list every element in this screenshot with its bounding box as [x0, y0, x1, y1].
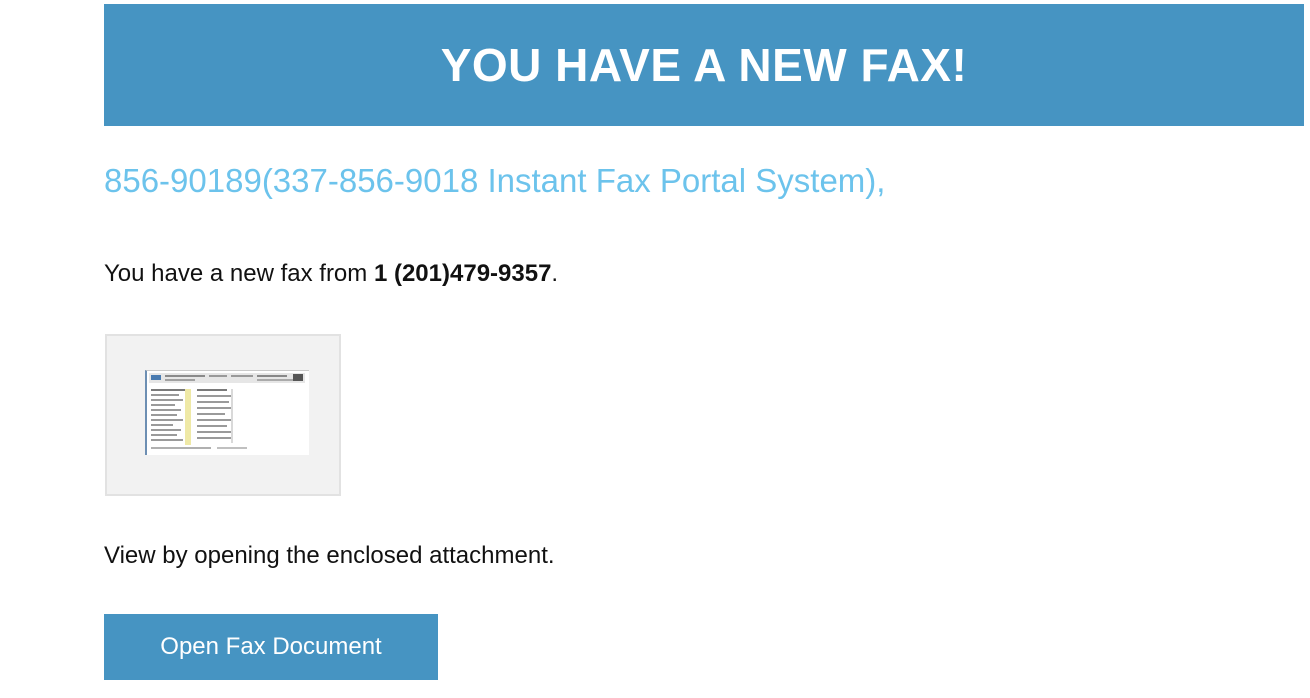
greeting-line: 856-90189(337-856-9018 Instant Fax Porta…	[104, 162, 886, 199]
header-banner: YOU HAVE A NEW FAX!	[104, 4, 1304, 126]
fax-email-page: YOU HAVE A NEW FAX! 856-90189(337-856-90…	[0, 0, 1310, 698]
fax-notice: You have a new fax from 1 (201)479-9357.	[104, 260, 558, 288]
fax-document-thumbnail[interactable]	[105, 334, 341, 496]
sender-number: 1 (201)479-9357	[373, 260, 552, 287]
open-fax-document-button[interactable]: Open Fax Document	[104, 614, 438, 680]
banner-title: YOU HAVE A NEW FAX!	[440, 39, 968, 91]
attachment-instruction: View by opening the enclosed attachment.	[104, 542, 555, 569]
document-thumbnail-icon	[145, 370, 309, 455]
document-preview-graphic	[149, 373, 305, 449]
fax-notice-prefix: You have a new fax from	[104, 260, 374, 287]
fax-notice-suffix: .	[551, 260, 559, 287]
